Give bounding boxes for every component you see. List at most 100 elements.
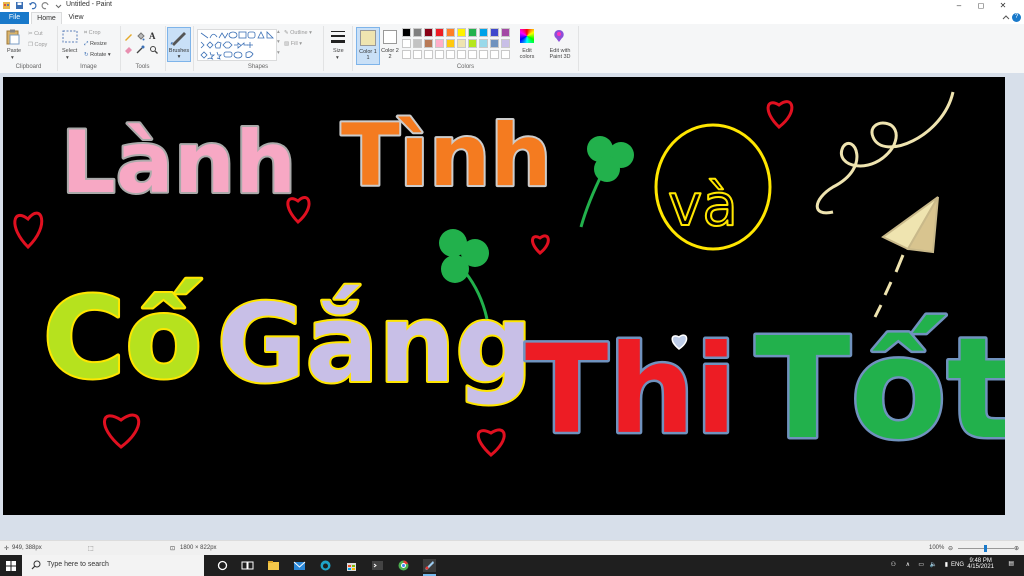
custom-color-slot[interactable] [435, 50, 444, 59]
palette-swatch[interactable] [501, 28, 510, 37]
canvas-area[interactable]: Lành Tình và Cố Gắng Thi Tốt [0, 73, 1024, 540]
resize-button[interactable]: ⤢ Resize [84, 41, 107, 48]
help-icon[interactable]: ? [1012, 13, 1021, 22]
language-indicator[interactable]: ENG [951, 562, 964, 568]
windows-start-icon[interactable] [6, 561, 16, 571]
terminal-icon[interactable] [371, 559, 384, 572]
text-tool-icon[interactable]: A [149, 31, 156, 41]
edit-colors-label[interactable]: Edit colors [516, 48, 538, 60]
palette-swatch[interactable] [424, 39, 433, 48]
rotate-button[interactable]: ↻ Rotate ▾ [84, 52, 111, 58]
drawing-canvas[interactable]: Lành Tình và Cố Gắng Thi Tốt [3, 77, 1016, 515]
palette-swatch[interactable] [490, 39, 499, 48]
palette-swatch[interactable] [435, 28, 444, 37]
shapes-scroll-icon[interactable]: ▴ [277, 29, 280, 35]
palette-swatch[interactable] [479, 39, 488, 48]
save-icon[interactable] [15, 1, 24, 10]
paint3d-icon[interactable] [552, 29, 566, 43]
palette-swatch[interactable] [468, 39, 477, 48]
custom-color-slot[interactable] [501, 50, 510, 59]
zoom-slider[interactable] [958, 545, 1014, 552]
redo-icon[interactable] [41, 1, 50, 10]
shapes-gallery[interactable] [197, 29, 277, 61]
palette-swatch[interactable] [446, 28, 455, 37]
file-explorer-icon[interactable] [267, 559, 280, 572]
network-icon[interactable]: ▭ [918, 561, 924, 568]
cut-button[interactable]: ✂ Cut [28, 31, 43, 37]
paste-icon[interactable] [6, 29, 20, 47]
close-button[interactable]: ✕ [992, 0, 1014, 12]
pencil-icon[interactable] [124, 32, 133, 43]
custom-color-slot[interactable] [402, 50, 411, 59]
color1-button[interactable]: Color 1 1 [356, 27, 380, 65]
edit-colors-icon[interactable] [520, 29, 534, 43]
customize-toolbar-icon[interactable] [54, 1, 63, 10]
palette-swatch[interactable] [457, 39, 466, 48]
mail-icon[interactable] [293, 559, 306, 572]
custom-color-slot[interactable] [413, 50, 422, 59]
chrome-icon[interactable] [397, 559, 410, 572]
taskbar-search-box[interactable]: Type here to search [22, 555, 204, 576]
custom-color-slot[interactable] [457, 50, 466, 59]
palette-swatch[interactable] [402, 28, 411, 37]
custom-color-slot[interactable] [468, 50, 477, 59]
outline-button[interactable]: ✎ Outline ▾ [284, 30, 312, 36]
palette-swatch[interactable] [435, 39, 444, 48]
palette-swatch[interactable] [413, 39, 422, 48]
zoom-out-button[interactable]: ⊖ [948, 545, 953, 552]
paste-label[interactable]: Paste [7, 48, 21, 54]
color-picker-icon[interactable] [136, 45, 145, 56]
palette-swatch[interactable] [490, 28, 499, 37]
copy-button[interactable]: ❐ Copy [28, 42, 47, 48]
palette-swatch[interactable] [501, 39, 510, 48]
select-icon[interactable] [62, 30, 78, 46]
edit-paint3d-label[interactable]: Edit with Paint 3D [544, 48, 576, 60]
magnifier-icon[interactable] [149, 45, 158, 56]
custom-color-slot[interactable] [490, 50, 499, 59]
people-icon[interactable]: ⚇ [891, 561, 896, 568]
select-dropdown-icon[interactable]: ▾ [66, 55, 69, 61]
shapes-scroll-down-icon[interactable]: ▾ [277, 39, 280, 45]
volume-icon[interactable]: 🔈 [930, 561, 937, 568]
size-button[interactable] [330, 29, 346, 47]
drawing-artwork: Lành Tình và Cố Gắng Thi Tốt [13, 91, 1016, 474]
paste-dropdown-icon[interactable]: ▾ [11, 55, 14, 61]
show-hidden-icons[interactable]: ∧ [906, 561, 910, 568]
select-label[interactable]: Select [62, 48, 77, 54]
tab-view[interactable]: View [63, 12, 89, 24]
undo-icon[interactable] [28, 1, 37, 10]
edge-browser-icon[interactable] [319, 559, 332, 572]
minimize-button[interactable]: – [948, 0, 970, 12]
custom-color-slot[interactable] [479, 50, 488, 59]
clock[interactable]: 9:48 PM 4/15/2021 [967, 558, 994, 570]
brushes-button[interactable]: Brushes ▾ [167, 27, 191, 62]
palette-swatch[interactable] [402, 39, 411, 48]
crop-button[interactable]: ⌗ Crop [84, 30, 101, 37]
zoom-in-button[interactable]: ⊕ [1014, 545, 1019, 552]
tab-home[interactable]: Home [31, 12, 62, 24]
palette-swatch[interactable] [457, 28, 466, 37]
palette-swatch[interactable] [446, 39, 455, 48]
palette-swatch[interactable] [424, 28, 433, 37]
paint-taskbar-icon[interactable] [423, 559, 436, 572]
custom-color-slot[interactable] [446, 50, 455, 59]
fill-button[interactable]: ▨ Fill ▾ [284, 41, 302, 47]
word-co: Cố [43, 274, 202, 404]
palette-swatch[interactable] [479, 28, 488, 37]
eraser-icon[interactable] [124, 45, 133, 56]
palette-swatch[interactable] [413, 28, 422, 37]
color2-button[interactable]: Color 2 2 [380, 27, 400, 63]
store-icon[interactable] [345, 559, 358, 572]
maximize-button[interactable]: ◻ [970, 0, 992, 12]
notifications-icon[interactable]: ▤ [1008, 560, 1014, 567]
battery-icon[interactable]: ▮ [945, 561, 948, 568]
cortana-icon[interactable] [216, 559, 229, 572]
task-view-icon[interactable] [241, 559, 254, 572]
zoom-slider-thumb[interactable] [984, 545, 987, 552]
ribbon-collapse-icon[interactable] [1002, 14, 1010, 22]
custom-color-slot[interactable] [424, 50, 433, 59]
shapes-more-icon[interactable]: ▾ [277, 50, 280, 56]
tab-file[interactable]: File [0, 12, 29, 24]
palette-swatch[interactable] [468, 28, 477, 37]
fill-bucket-icon[interactable] [136, 32, 145, 43]
